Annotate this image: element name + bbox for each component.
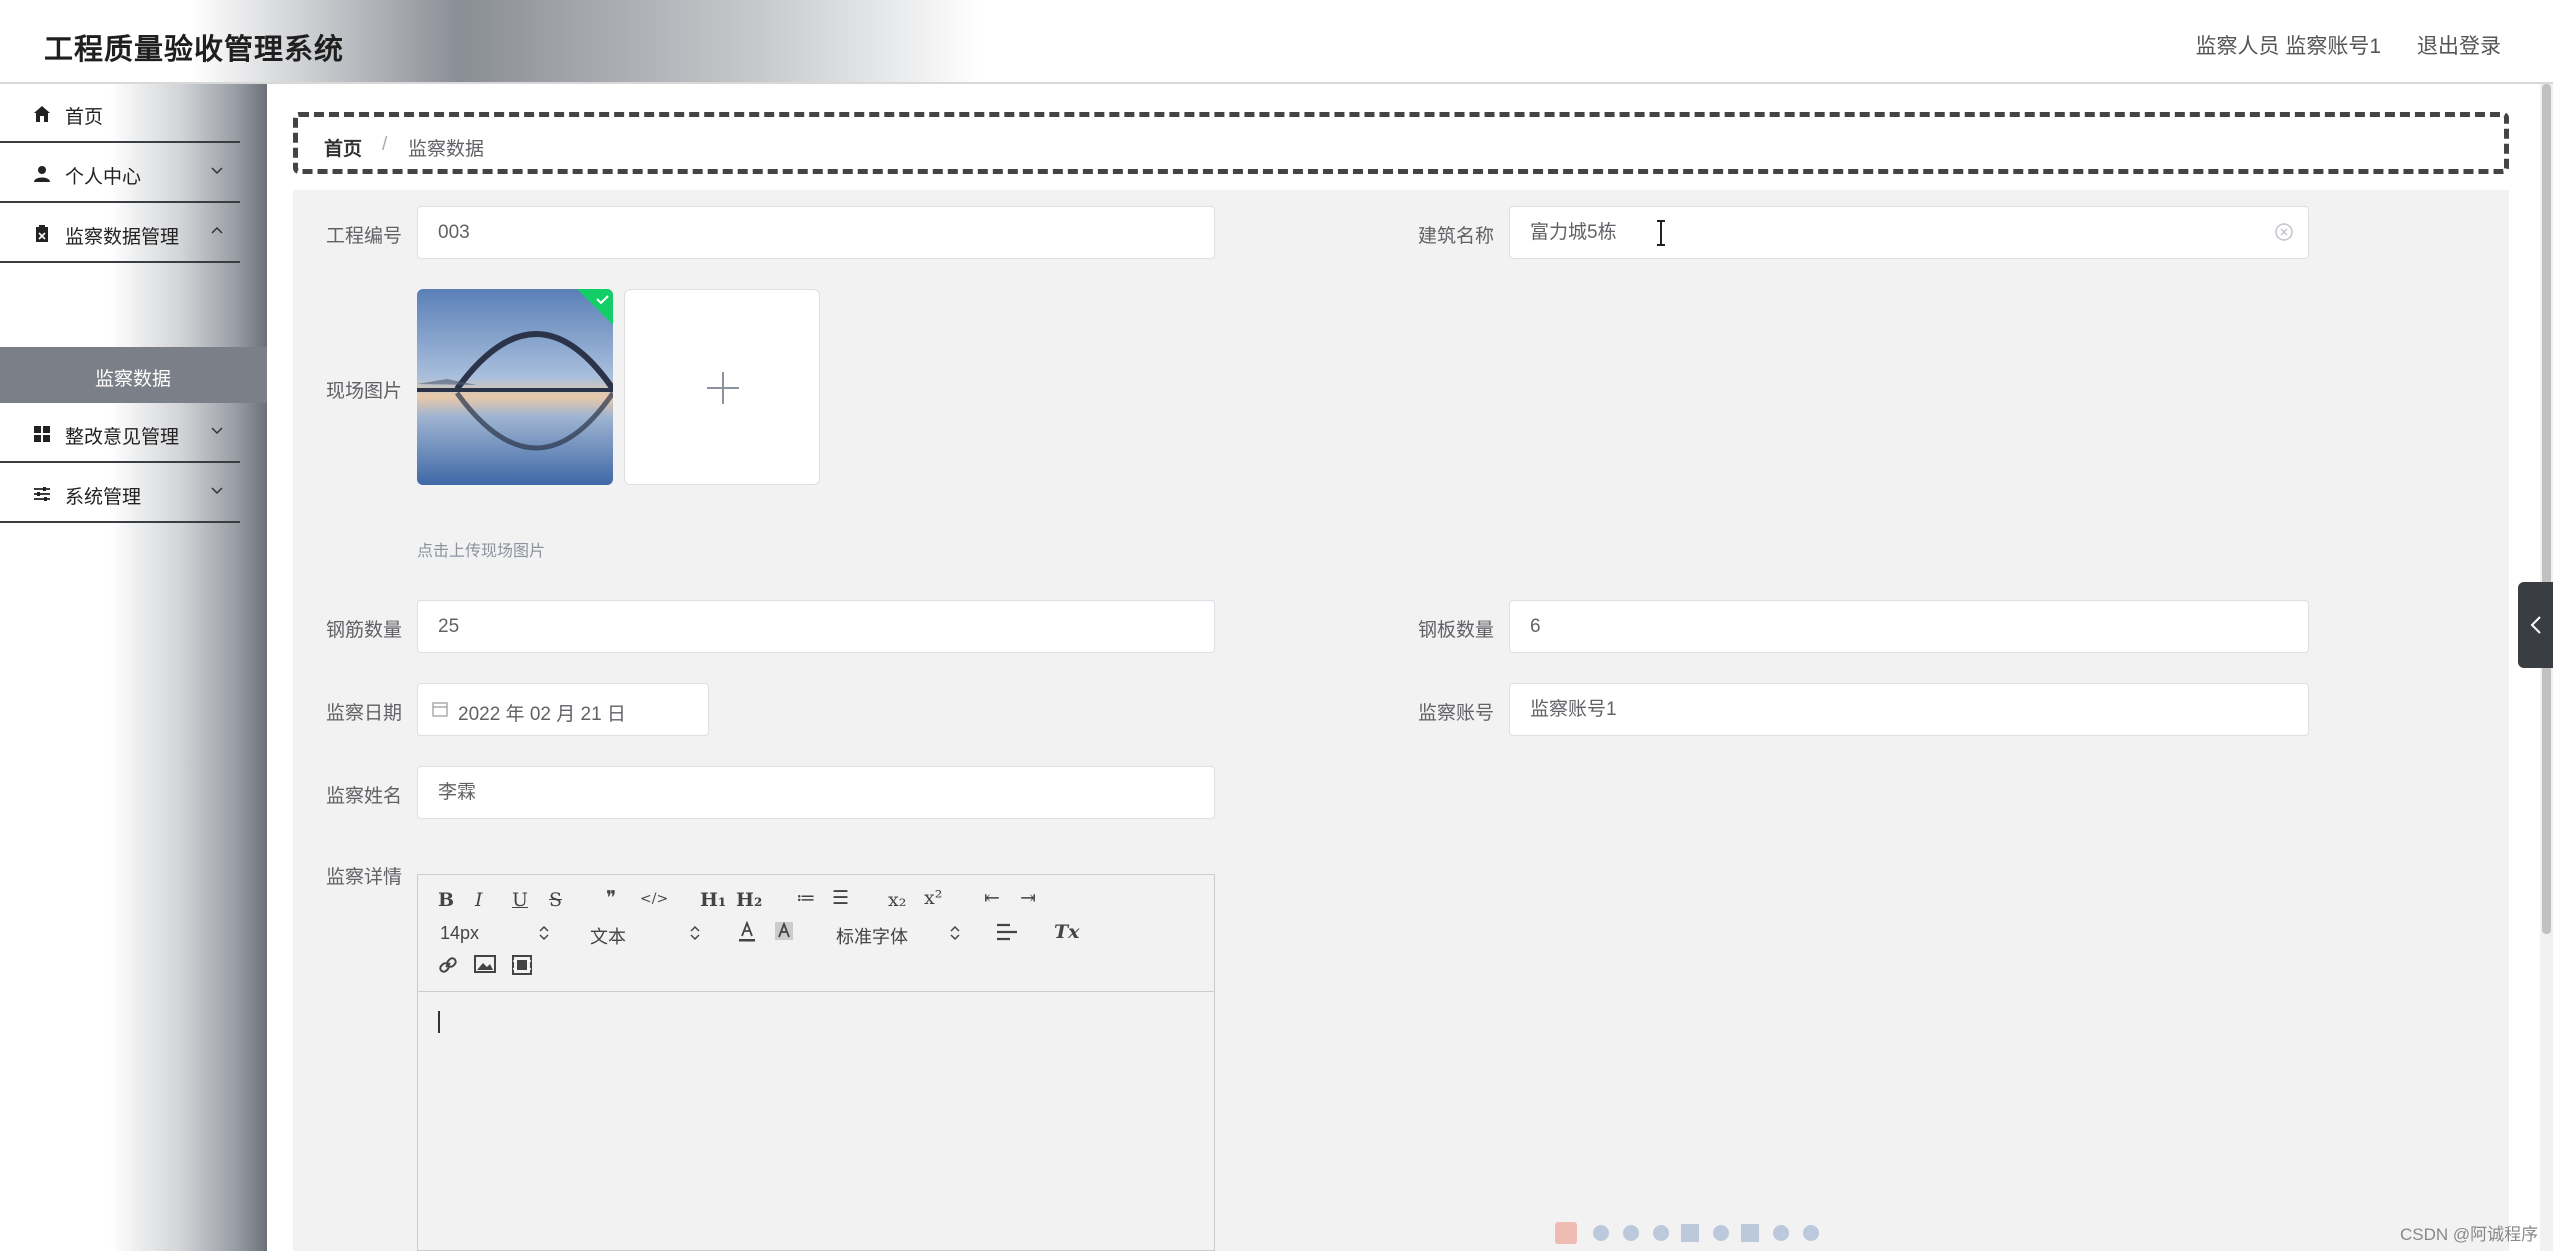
indent-button[interactable]: ⇥: [1020, 887, 1036, 909]
breadcrumb-current: 监察数据: [408, 139, 485, 160]
inspector-name-label: 监察姓名: [326, 786, 403, 807]
ordered-list-button[interactable]: ≔: [796, 887, 816, 909]
font-family-select[interactable]: 标准字体: [836, 923, 908, 949]
building-name-input[interactable]: 富力城5栋: [1509, 206, 2309, 259]
site-photo-label: 现场图片: [326, 381, 403, 402]
select-arrows-icon: [690, 925, 700, 941]
subscript-button[interactable]: x₂: [888, 889, 906, 911]
project-no-input[interactable]: 003: [417, 206, 1215, 259]
inspector-account-label: 监察账号: [1418, 703, 1495, 724]
code-block-button[interactable]: </>: [640, 891, 668, 907]
link-icon[interactable]: [438, 955, 458, 975]
background-color-icon[interactable]: [774, 921, 794, 943]
bold-button[interactable]: B: [438, 889, 454, 911]
sidebar-item-personal-center[interactable]: 个人中心: [0, 144, 240, 203]
superscript-button[interactable]: x²: [924, 887, 942, 909]
user-icon: [34, 166, 50, 182]
sidebar-item-system-mgmt[interactable]: 系统管理: [0, 464, 240, 523]
chevron-down-icon: [211, 167, 223, 175]
project-no-label: 工程编号: [326, 226, 403, 247]
sidebar-item-label: 个人中心: [65, 167, 142, 188]
upload-photo-button[interactable]: [624, 289, 820, 485]
text-caret: [438, 1011, 440, 1033]
plus-icon: [707, 372, 739, 404]
editor-content-area[interactable]: [418, 993, 1214, 1251]
text-cursor-icon: [1657, 220, 1665, 246]
clipboard-icon: [36, 225, 48, 242]
italic-button[interactable]: I: [475, 889, 483, 911]
ime-toolbar-icon: [1555, 1222, 1819, 1244]
csdn-watermark: CSDN @阿诚程序: [2400, 1225, 2539, 1244]
image-icon[interactable]: [474, 955, 496, 973]
inspect-date-label: 监察日期: [326, 703, 403, 724]
details-label: 监察详情: [326, 867, 403, 888]
steel-plate-qty-input[interactable]: 6: [1509, 600, 2309, 653]
inspector-account-input[interactable]: 监察账号1: [1509, 683, 2309, 736]
breadcrumb-home[interactable]: 首页: [324, 134, 362, 161]
sidebar: 首页 个人中心 监察数据管理 监察数据 整改意见管理 系统管理: [0, 84, 267, 1251]
sidebar-item-rectification-mgmt[interactable]: 整改意见管理: [0, 404, 240, 463]
upload-tip: 点击上传现场图片: [417, 543, 546, 560]
sidebar-item-label: 系统管理: [65, 487, 142, 508]
font-color-icon[interactable]: [738, 921, 756, 943]
side-panel-toggle[interactable]: [2518, 582, 2553, 668]
align-left-icon[interactable]: [996, 923, 1018, 941]
inspector-name-input[interactable]: 李霖: [417, 766, 1215, 819]
h1-button[interactable]: H₁: [700, 889, 726, 911]
outdent-button[interactable]: ⇤: [984, 887, 1000, 909]
sidebar-subitem-label: 监察数据: [95, 369, 172, 390]
select-arrows-icon: [539, 925, 549, 941]
rebar-qty-input[interactable]: 25: [417, 600, 1215, 653]
underline-button[interactable]: U: [512, 889, 528, 911]
rich-text-editor: B I U S ❞ </> H₁ H₂ ≔ ☰ x₂ x² ⇤ ⇥ 14px 文…: [417, 874, 1215, 1251]
editor-toolbar: B I U S ❞ </> H₁ H₂ ≔ ☰ x₂ x² ⇤ ⇥ 14px 文…: [418, 875, 1214, 992]
font-size-select[interactable]: 14px: [440, 923, 479, 944]
home-icon: [34, 106, 50, 122]
site-photo-thumbnail[interactable]: [417, 289, 613, 485]
select-arrows-icon: [950, 925, 960, 941]
building-name-value: 富力城5栋: [1530, 222, 1617, 243]
app-title: 工程质量验收管理系统: [44, 34, 345, 66]
bridge-photo-icon: [417, 289, 613, 485]
h2-button[interactable]: H₂: [736, 889, 762, 911]
rebar-qty-label: 钢筋数量: [326, 620, 403, 641]
breadcrumb-separator: /: [382, 134, 388, 155]
bullet-list-button[interactable]: ☰: [832, 887, 849, 909]
chevron-down-icon: [211, 487, 223, 495]
video-icon[interactable]: [512, 955, 532, 975]
sidebar-item-home[interactable]: 首页: [0, 84, 240, 143]
building-name-label: 建筑名称: [1418, 226, 1495, 247]
clear-format-button[interactable]: Tx: [1054, 921, 1079, 943]
sidebar-item-inspection-data-mgmt[interactable]: 监察数据管理: [0, 204, 240, 263]
logout-button[interactable]: 退出登录: [2417, 30, 2501, 60]
sidebar-subitem-inspection-data[interactable]: 监察数据: [0, 347, 267, 403]
sidebar-item-label: 首页: [65, 107, 104, 128]
header-type-select[interactable]: 文本: [590, 923, 626, 949]
chevron-down-icon: [211, 427, 223, 435]
grid-icon: [34, 426, 50, 442]
scrollbar-thumb[interactable]: [2542, 84, 2551, 934]
inspect-date-picker[interactable]: 2022 年 02 月 21 日: [417, 683, 709, 736]
strike-button[interactable]: S: [549, 889, 562, 911]
steel-plate-qty-label: 钢板数量: [1418, 620, 1495, 641]
chevron-up-icon: [211, 226, 223, 234]
inspect-date-value: 2022 年 02 月 21 日: [458, 704, 626, 725]
sidebar-item-label: 监察数据管理: [65, 227, 180, 248]
clear-icon[interactable]: [2274, 222, 2294, 242]
calendar-icon: [432, 702, 448, 717]
breadcrumb: 首页 / 监察数据: [293, 112, 2509, 174]
sliders-icon: [34, 487, 50, 501]
sidebar-item-label: 整改意见管理: [65, 427, 180, 448]
quote-button[interactable]: ❞: [606, 887, 616, 909]
user-info: 监察人员 监察账号1: [2195, 35, 2381, 58]
top-header: 工程质量验收管理系统 监察人员 监察账号1 退出登录: [0, 0, 2553, 84]
chevron-left-icon: [2530, 616, 2541, 634]
